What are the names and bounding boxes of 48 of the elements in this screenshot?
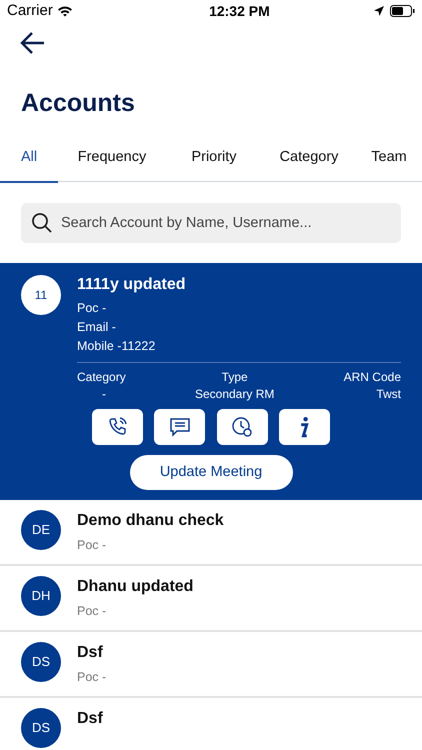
info-icon [300, 416, 309, 438]
account-detail: Poc - [77, 537, 108, 553]
filter-tab[interactable]: Frequency [58, 147, 166, 183]
search-icon [31, 212, 53, 234]
filter-tab[interactable]: Priority [166, 147, 262, 183]
filter-tab[interactable]: Team [356, 147, 422, 183]
wifi-icon [56, 5, 73, 17]
filter-tab[interactable]: Category [262, 147, 356, 183]
page-title: Accounts [20, 88, 136, 119]
account-avatar: DS [21, 642, 61, 682]
detail-value: Twst [376, 386, 401, 403]
filter-tab[interactable]: All [0, 147, 58, 183]
account-avatar: 11 [21, 275, 61, 315]
account-name: Demo dhanu check [77, 511, 224, 531]
account-name: Dsf [77, 709, 103, 729]
account-avatar: DS [21, 708, 61, 748]
schedule-button[interactable] [216, 409, 268, 445]
account-name: Dhanu updated [77, 577, 194, 597]
message-button[interactable] [154, 409, 206, 445]
account-row[interactable]: DE Demo dhanu check Poc - [0, 500, 422, 566]
clock-time: 12:32 PM [209, 2, 270, 20]
account-avatar: DH [21, 576, 61, 616]
account-detail: Email - [77, 319, 117, 336]
account-row[interactable]: DS Dsf [0, 698, 422, 750]
battery-icon [390, 5, 415, 17]
account-row[interactable]: DH Dhanu updated Poc - [0, 566, 422, 632]
account-avatar: DE [21, 510, 61, 550]
call-button[interactable] [92, 409, 143, 445]
detail-label: Type [222, 369, 248, 386]
back-button[interactable] [20, 31, 46, 55]
clock-gear-icon [230, 415, 254, 439]
account-name: Dsf [77, 643, 104, 663]
account-detail: Poc - [77, 300, 108, 317]
detail-value: - [101, 386, 106, 403]
update-meeting-button[interactable]: Update Meeting [130, 455, 292, 490]
info-button[interactable] [278, 409, 330, 445]
detail-label: ARN Code [344, 369, 401, 386]
detail-value: Secondary RM [194, 386, 274, 403]
account-detail: Mobile -11222 [77, 338, 156, 355]
search-field[interactable]: Search Account by Name, Username... [21, 203, 401, 243]
account-detail: Poc - [77, 603, 108, 619]
location-arrow-icon [374, 6, 384, 16]
account-card[interactable]: 11 1111y updated Poc - Email - Mobile -11222 Category - Type Secondary RM ARN Code Twst Update Meeting [0, 263, 422, 500]
carrier-name: Carrier [7, 0, 53, 21]
account-row[interactable]: DS Dsf Poc - [0, 632, 422, 698]
account-detail: Poc - [77, 669, 106, 685]
detail-label: Category [77, 369, 126, 386]
account-name: 1111y updated [77, 275, 186, 295]
